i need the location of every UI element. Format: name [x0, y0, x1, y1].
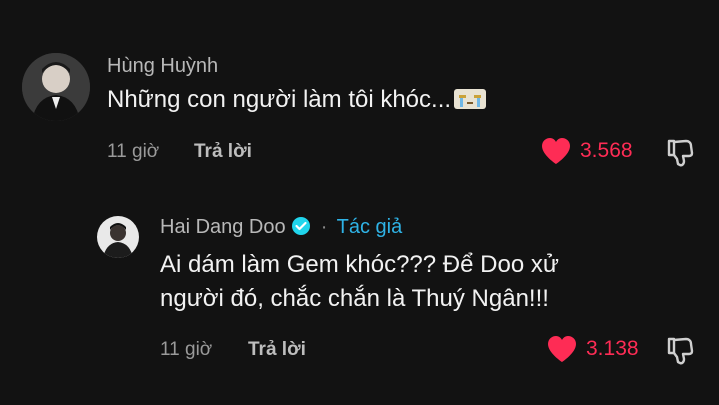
comment-text-content: Những con người làm tôi khóc...	[107, 86, 452, 113]
comment-timestamp: 11 giờ	[107, 141, 160, 162]
verified-badge-icon	[291, 216, 311, 242]
like-button[interactable]: 3.138	[546, 334, 639, 364]
comment-text: Những con người làm tôi khóc...	[107, 83, 487, 121]
avatar[interactable]	[22, 53, 90, 121]
author-tag: Tác giả	[336, 216, 403, 238]
like-count: 3.568	[580, 139, 633, 162]
reply-button[interactable]: Trả lời	[194, 141, 252, 163]
separator-dot: ·	[320, 216, 328, 238]
reply-header: Hai Dang Doo · Tác giả	[160, 216, 402, 242]
comment-username[interactable]: Hùng Huỳnh	[107, 55, 218, 78]
reply-text-line: người đó, chắc chắn là Thuý Ngân!!!	[160, 285, 549, 312]
heart-icon	[548, 336, 576, 362]
thumbs-down-icon	[667, 139, 694, 167]
avatar-image	[22, 53, 90, 121]
like-count: 3.138	[586, 337, 639, 360]
dislike-button[interactable]	[664, 137, 696, 174]
reply-button[interactable]: Trả lời	[248, 339, 306, 361]
reply-username[interactable]: Hai Dang Doo	[160, 216, 286, 238]
dislike-button[interactable]	[664, 335, 696, 372]
avatar-image	[97, 216, 139, 258]
reply-text: Ai dám làm Gem khóc??? Để Doo xử người đ…	[160, 248, 559, 316]
like-button[interactable]: 3.568	[540, 136, 633, 166]
thumbs-down-icon	[667, 337, 694, 365]
reply-timestamp: 11 giờ	[160, 339, 213, 360]
crying-emoji-icon	[453, 87, 487, 121]
avatar[interactable]	[97, 216, 139, 258]
heart-icon	[542, 138, 570, 164]
reply-text-line: Ai dám làm Gem khóc??? Để Doo xử	[160, 251, 559, 278]
